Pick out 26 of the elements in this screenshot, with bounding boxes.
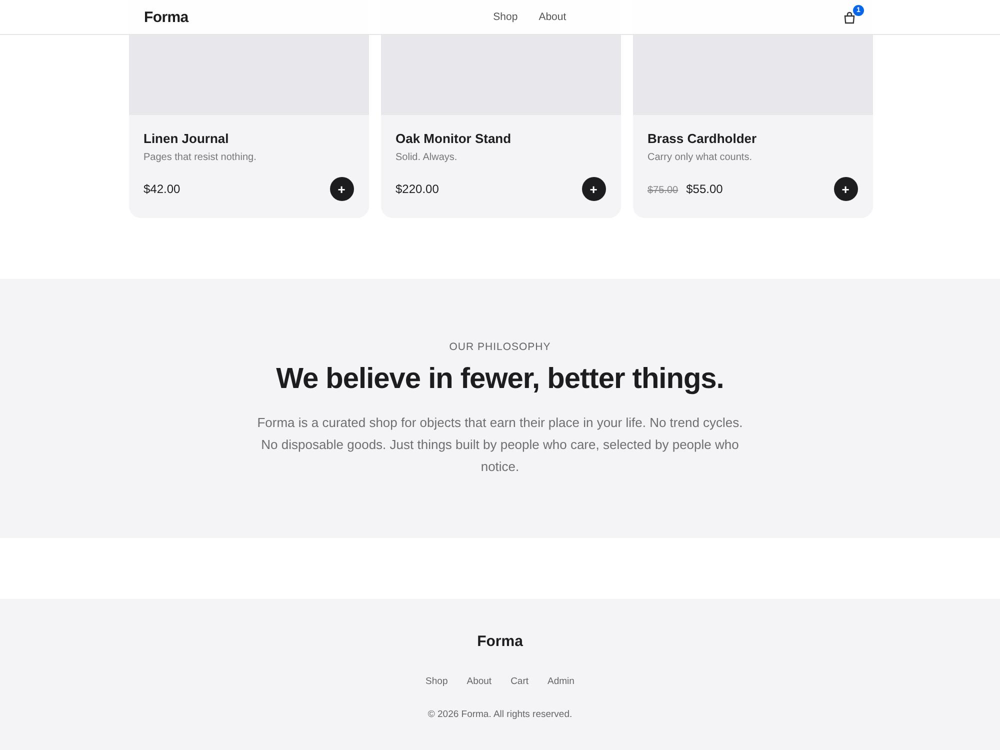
footer-link[interactable]: Shop	[426, 676, 448, 687]
logo[interactable]: Forma	[144, 8, 188, 26]
section-heading: We believe in fewer, better things.	[276, 363, 724, 396]
product-tagline: Carry only what counts.	[648, 152, 753, 163]
product-tagline: Pages that resist nothing.	[144, 152, 258, 163]
price: $55.00	[686, 182, 723, 196]
product-tagline: Solid. Always.	[396, 152, 458, 163]
product-name: Brass Cardholder	[648, 131, 758, 146]
footer-logo: Forma	[477, 633, 523, 650]
price: $220.00	[396, 182, 439, 196]
footer-link[interactable]: Admin	[548, 676, 574, 687]
footer-link[interactable]: About	[466, 676, 492, 687]
nav-link[interactable]: About	[538, 11, 566, 23]
product-name: Oak Monitor Stand	[396, 131, 512, 146]
copyright-text: © 2026 Forma. All rights reserved.	[428, 709, 572, 720]
bag-icon	[842, 10, 856, 24]
nav-link[interactable]: Shop	[493, 11, 518, 23]
original-price: $75.00	[648, 185, 678, 196]
philosophy-paragraph: Forma is a curated shop for objects that earn their place in your life. No trend cycles. No disposable goods. Just things built by people who care, selected by people who notice.	[256, 414, 744, 476]
product-name: Linen Journal	[144, 131, 230, 146]
add-to-cart-button[interactable]: +	[330, 177, 354, 201]
footer-link[interactable]: Cart	[510, 676, 529, 687]
add-to-cart-button[interactable]: +	[834, 177, 858, 201]
add-to-cart-button[interactable]: +	[582, 177, 606, 201]
eyebrow-label: OUR PHILOSOPHY	[449, 341, 551, 353]
price: $42.00	[144, 182, 180, 196]
